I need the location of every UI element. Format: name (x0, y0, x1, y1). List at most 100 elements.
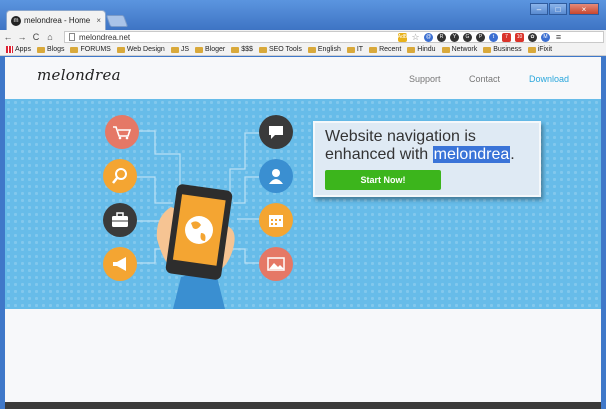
folder-icon (307, 46, 316, 53)
bookmark-item[interactable]: Bloger (195, 46, 225, 53)
ifixit-icon (527, 46, 536, 53)
folder-icon (70, 46, 79, 53)
new-tab-button[interactable] (105, 15, 129, 27)
site-header: melondrea Support Contact Download (5, 57, 601, 99)
folder-icon (36, 46, 45, 53)
bookmark-item[interactable]: Apps (6, 46, 31, 53)
headline-line2: enhanced with (325, 146, 433, 163)
nav-support-link[interactable]: Support (409, 74, 441, 84)
bookmark-item[interactable]: IT (346, 46, 364, 53)
globe-icon (185, 216, 213, 244)
reload-button[interactable]: C (30, 32, 42, 42)
bookmark-item[interactable]: $$$ (231, 46, 253, 53)
bookmark-label: $$$ (241, 46, 253, 53)
bookmark-label: Apps (15, 46, 31, 53)
minimize-button[interactable]: – (530, 3, 548, 15)
bookmark-label: IT (356, 46, 364, 53)
cart-icon (105, 115, 139, 149)
extension-icon[interactable]: 7 (502, 32, 511, 42)
folder-icon (116, 46, 125, 53)
chat-icon (259, 115, 293, 149)
folder-icon (407, 46, 416, 53)
image-icon (259, 247, 293, 281)
extension-icon[interactable]: P (476, 32, 485, 42)
folder-icon (483, 46, 492, 53)
bookmark-item[interactable]: Web Design (116, 46, 165, 53)
bookmark-item[interactable]: Network (441, 46, 478, 53)
megaphone-icon (103, 247, 137, 281)
bookmark-item[interactable]: English (307, 46, 341, 53)
adblock-icon[interactable]: AdB (398, 32, 407, 42)
bookmark-label: Network (451, 46, 478, 53)
folder-icon (441, 46, 450, 53)
extension-icon[interactable]: R (437, 32, 446, 42)
browser-toolbar: ← → C ⌂ melondrea.net AdB ☆ @ R Y G P t … (0, 30, 606, 44)
nav-download-link[interactable]: Download (529, 74, 569, 84)
extension-icons: AdB ☆ @ R Y G P t 7 10 ✿ M ≡ (398, 31, 563, 43)
folder-icon (346, 46, 355, 53)
extension-icon[interactable]: Y (450, 32, 459, 42)
start-now-button[interactable]: Start Now! (325, 170, 441, 190)
close-window-button[interactable]: × (569, 3, 599, 15)
bookmark-item[interactable]: FORUMS (70, 46, 111, 53)
hero-banner: Website navigation is enhanced with melo… (5, 99, 601, 309)
tab-close-icon[interactable]: × (96, 16, 101, 25)
folder-icon (195, 46, 204, 53)
headline-brand-highlight: melondrea (432, 146, 511, 163)
apps-icon (6, 46, 13, 53)
bookmarks-bar: Apps Blogs FORUMS Web Design JS Bloger $$$ SEO … (0, 44, 606, 56)
folder-icon (258, 46, 267, 53)
bookmark-item[interactable]: iFixit (527, 46, 553, 53)
bookmark-item[interactable]: Hindu (407, 46, 436, 53)
extension-icon[interactable]: @ (424, 32, 433, 42)
bookmark-label: FORUMS (80, 46, 111, 53)
site-favicon-icon: m (11, 15, 21, 26)
bookmark-label: SEO Tools (268, 46, 302, 53)
bookmark-label: Bloger (205, 46, 226, 53)
folder-icon (231, 46, 240, 53)
extension-badge-icon[interactable]: 10 (515, 32, 524, 42)
bookmark-star-icon[interactable]: ☆ (411, 32, 420, 42)
nav-contact-link[interactable]: Contact (469, 74, 500, 84)
briefcase-icon (103, 203, 137, 237)
headline-line1: Website navigation is (325, 128, 476, 145)
hero-headline: Website navigation is enhanced with melo… (325, 128, 515, 164)
forward-button[interactable]: → (16, 32, 28, 42)
extension-icon[interactable]: M (541, 32, 550, 42)
bookmark-item[interactable]: JS (170, 46, 190, 53)
folder-icon (170, 46, 179, 53)
bookmark-item[interactable]: Recent (369, 46, 401, 53)
maximize-button[interactable]: □ (549, 3, 567, 15)
site-logo[interactable]: melondrea (37, 66, 121, 84)
bookmark-label: Blogs (46, 46, 65, 53)
search-icon (103, 159, 137, 193)
home-button[interactable]: ⌂ (44, 32, 56, 42)
bookmark-item[interactable]: Business (483, 46, 522, 53)
menu-icon[interactable]: ≡ (554, 32, 563, 42)
page-viewport: melondrea Support Contact Download Websi… (5, 57, 601, 409)
headline-suffix: . (510, 146, 515, 163)
extension-icon[interactable]: t (489, 32, 498, 42)
browser-window: m melondrea - Home × – □ × ← → C ⌂ melon… (0, 0, 606, 409)
hero-cta-panel: Website navigation is enhanced with melo… (313, 121, 541, 197)
browser-tab[interactable]: m melondrea - Home × (6, 10, 106, 30)
calendar-icon (259, 203, 293, 237)
bookmark-label: English (317, 46, 341, 53)
bookmark-label: Recent (379, 46, 402, 53)
user-icon (259, 159, 293, 193)
bookmark-label: iFixit (537, 46, 553, 53)
bookmark-item[interactable]: Blogs (36, 46, 65, 53)
tab-title: melondrea - Home (24, 16, 91, 25)
extension-icon[interactable]: G (463, 32, 472, 42)
bookmark-label: JS (180, 46, 190, 53)
bookmark-label: Hindu (417, 46, 436, 53)
bookmark-label: Web Design (126, 46, 165, 53)
folder-icon (369, 46, 378, 53)
back-button[interactable]: ← (2, 32, 14, 42)
bookmark-item[interactable]: SEO Tools (258, 46, 302, 53)
page-bottom-bar (5, 402, 601, 409)
page-icon (69, 33, 75, 41)
bookmark-label: Business (493, 46, 522, 53)
url-text: melondrea.net (79, 32, 131, 42)
extension-icon[interactable]: ✿ (528, 32, 537, 42)
